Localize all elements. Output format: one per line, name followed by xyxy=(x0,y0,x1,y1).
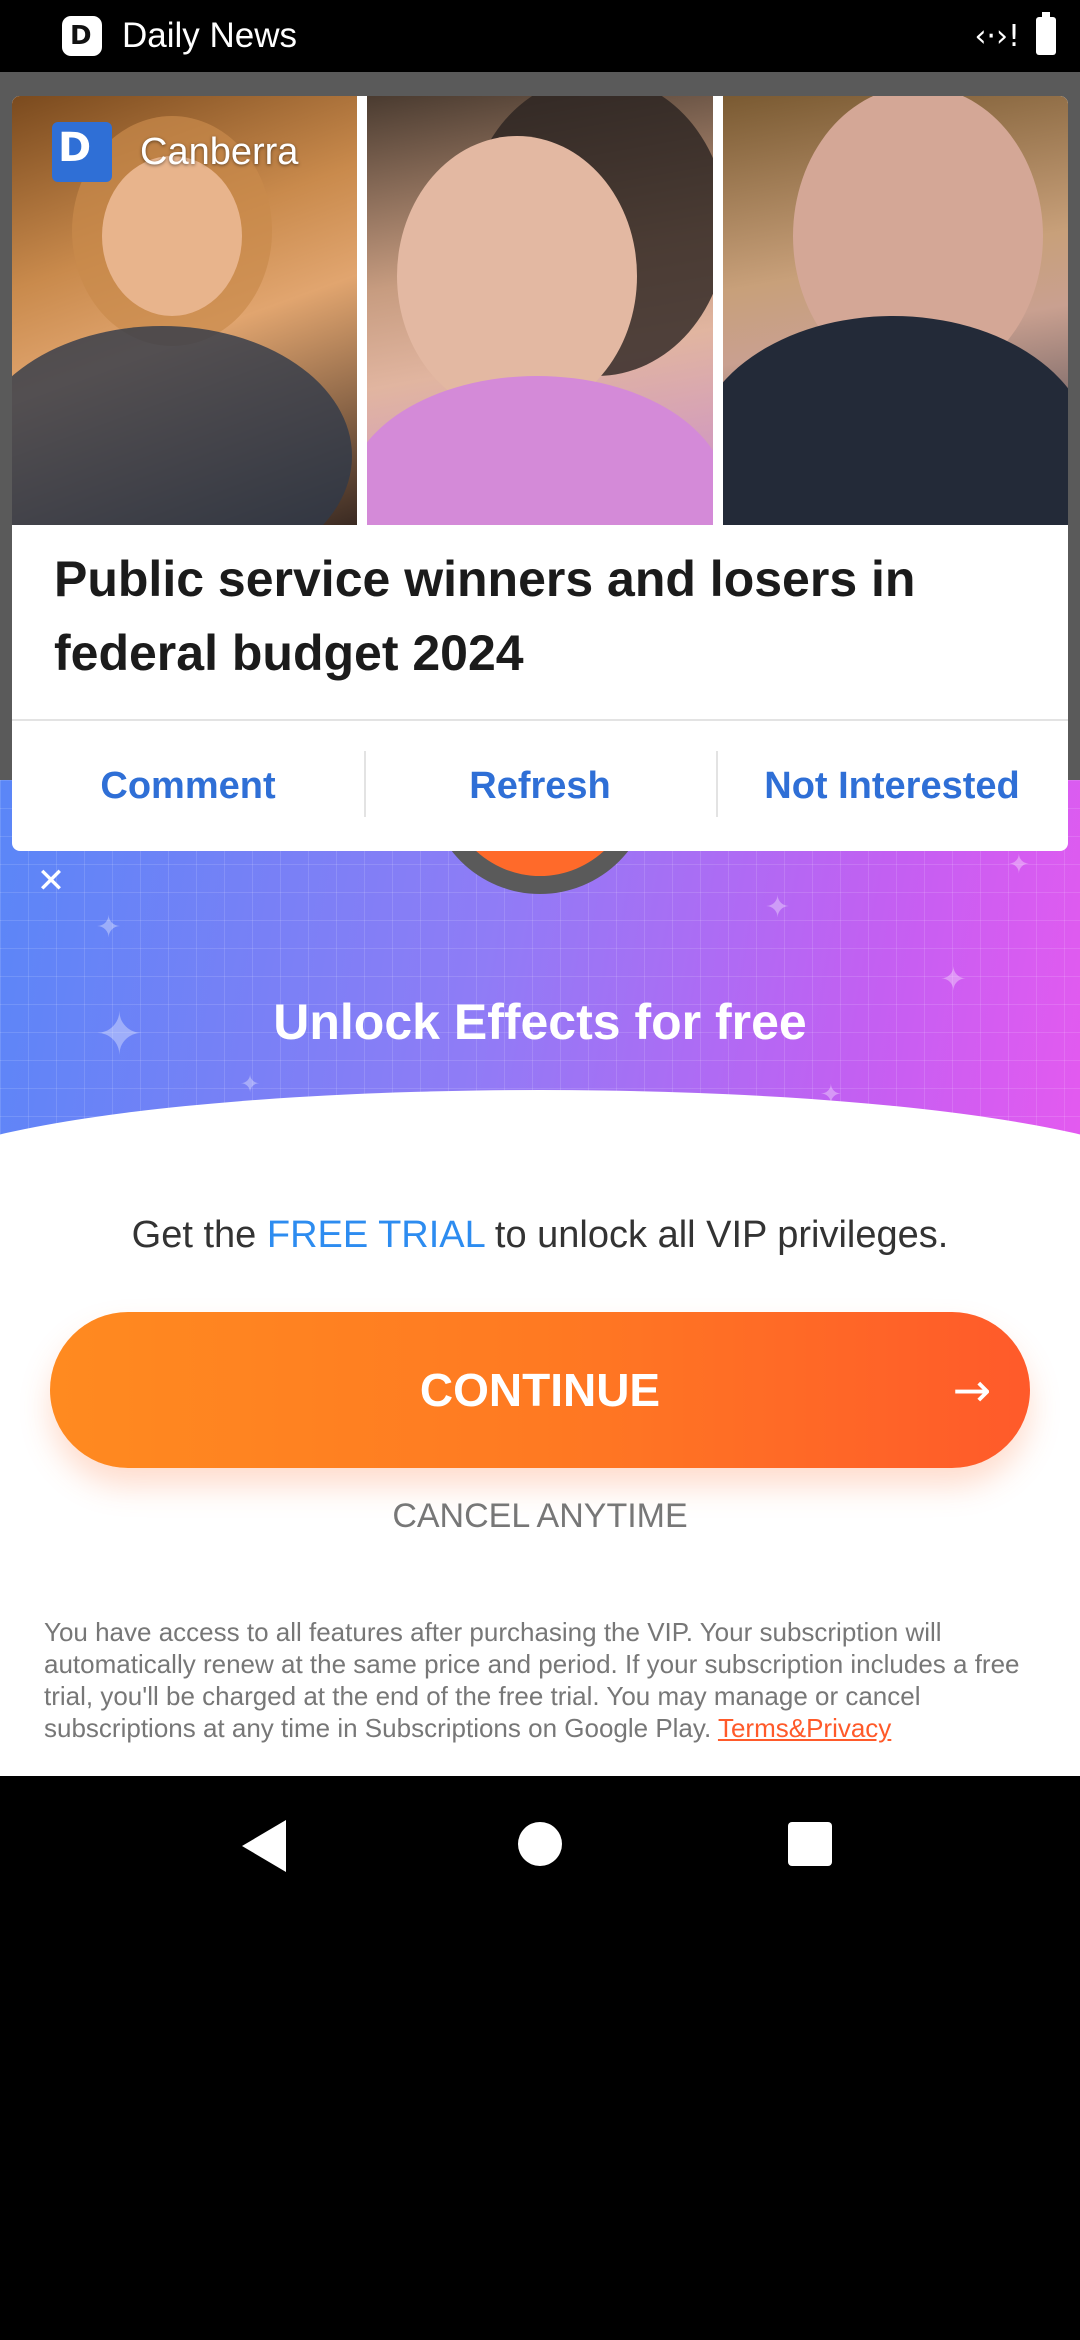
continue-button[interactable]: CONTINUE → xyxy=(50,1312,1030,1468)
offer-text: Get the FREE TRIAL to unlock all VIP pri… xyxy=(0,1210,1080,1260)
home-circle-icon[interactable] xyxy=(518,1822,562,1866)
status-indicators: ‹·›! xyxy=(974,12,1056,58)
news-notification-card[interactable]: D Canberra Public service winners and lo… xyxy=(12,96,1068,851)
paywall-headline: Unlock Effects for free xyxy=(273,994,807,1050)
notification-actions: Comment Refresh Not Interested xyxy=(12,721,1068,851)
battery-icon xyxy=(1036,12,1056,55)
free-trial-highlight: FREE TRIAL xyxy=(266,1214,485,1256)
daily-news-icon: D xyxy=(62,16,102,56)
sparkle-icon: ✦ xyxy=(765,890,791,925)
recents-square-icon[interactable] xyxy=(788,1822,832,1866)
notification-source: D Canberra xyxy=(52,122,298,182)
back-triangle-icon[interactable] xyxy=(242,1820,286,1872)
sparkle-icon: ✦ xyxy=(240,1070,261,1098)
sparkle-icon: ✦ xyxy=(1008,850,1030,880)
news-photo xyxy=(722,96,1068,525)
status-app-name: Daily News xyxy=(122,16,298,55)
close-icon[interactable]: ✕ xyxy=(34,864,68,898)
status-bar: D Daily News ‹·›! xyxy=(0,0,1080,72)
sparkle-icon: ✦ xyxy=(96,910,122,945)
arrow-right-icon: → xyxy=(952,1363,992,1417)
cancel-anytime-text: CANCEL ANYTIME xyxy=(392,1497,688,1535)
source-name: Canberra xyxy=(140,131,299,173)
navigation-bar xyxy=(0,1776,1080,1920)
terms-privacy-link[interactable]: Terms&Privacy xyxy=(718,1713,891,1743)
offer-suffix: to unlock all VIP privileges. xyxy=(484,1214,949,1256)
news-photo xyxy=(367,96,713,525)
continue-label: CONTINUE xyxy=(419,1364,661,1416)
paywall-sheet: ✦ ✦ ✦ ✦ ✦ ✦ ✦ ✕ Unlock Effects for free … xyxy=(0,780,1080,1776)
comment-button[interactable]: Comment xyxy=(12,721,364,851)
notification-title[interactable]: Public service winners and losers in fed… xyxy=(54,542,1034,690)
daily-news-logo-icon: D xyxy=(52,122,112,182)
legal-text: You have access to all features after pu… xyxy=(44,1616,1040,1744)
refresh-button[interactable]: Refresh xyxy=(364,721,716,851)
data-signal-icon: ‹·›! xyxy=(974,18,1020,54)
not-interested-button[interactable]: Not Interested xyxy=(716,721,1068,851)
offer-prefix: Get the xyxy=(131,1214,267,1256)
